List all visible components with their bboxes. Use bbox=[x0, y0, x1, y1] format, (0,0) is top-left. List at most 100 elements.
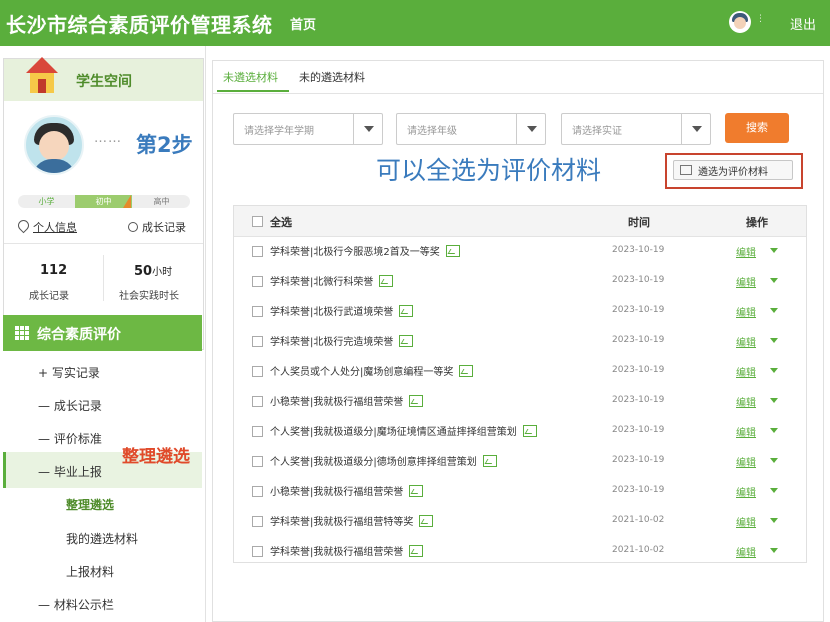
personal-info-link[interactable]: 个人信息 bbox=[15, 217, 77, 235]
select-grade[interactable]: 请选择年级 bbox=[396, 113, 546, 145]
logout-link[interactable]: 退出 bbox=[790, 14, 816, 33]
caret-down-icon[interactable] bbox=[770, 308, 778, 313]
grid-icon bbox=[15, 326, 29, 340]
tab-unselected-materials[interactable]: 未遴选材料 bbox=[223, 69, 278, 85]
row-checkbox[interactable] bbox=[252, 366, 263, 377]
row-name-text: 个人奖誉|我就极道级分|魔场征境情区通益摔择组营策划 bbox=[270, 427, 517, 438]
row-name-text: 学科荣誉|北极行今服恶境2首及一等奖 bbox=[270, 247, 440, 258]
menu-write-record[interactable]: + 写实记录 bbox=[38, 364, 100, 381]
row-checkbox[interactable] bbox=[252, 336, 263, 347]
select-semester[interactable]: 请选择学年学期 bbox=[233, 113, 383, 145]
select-as-evaluation-label: 遴选为评价材料 bbox=[698, 167, 768, 178]
row-checkbox[interactable] bbox=[252, 246, 263, 257]
image-icon[interactable] bbox=[409, 395, 424, 407]
caret-down-icon[interactable] bbox=[770, 338, 778, 343]
image-icon[interactable] bbox=[409, 545, 424, 557]
stage-primary[interactable]: 小学 bbox=[18, 195, 75, 208]
row-name-text: 学科荣誉|我就极行福组营荣誉 bbox=[270, 547, 404, 558]
tab-selected-materials[interactable]: 未的遴选材料 bbox=[299, 69, 365, 85]
row-edit-link[interactable]: 编辑 bbox=[736, 304, 756, 319]
growth-record-link[interactable]: 成长记录 bbox=[128, 219, 186, 235]
menu-graduate-report[interactable]: — 毕业上报 bbox=[38, 463, 102, 480]
caret-down-icon[interactable] bbox=[770, 518, 778, 523]
image-icon[interactable] bbox=[419, 515, 434, 527]
menu-sub-filter[interactable]: 整理遴选 bbox=[66, 496, 114, 513]
section-header-evaluation[interactable]: 综合素质评价 bbox=[3, 315, 202, 351]
select-all-checkbox[interactable] bbox=[252, 216, 263, 227]
menu-public-board[interactable]: — 材料公示栏 bbox=[38, 596, 114, 613]
menu-sub-report[interactable]: 上报材料 bbox=[66, 563, 114, 580]
card-title: 学生空间 bbox=[76, 74, 132, 90]
annotation-dots: …… bbox=[94, 131, 122, 146]
divider bbox=[103, 255, 104, 301]
student-avatar-face bbox=[39, 131, 69, 161]
select-as-evaluation-button[interactable]: 遴选为评价材料 bbox=[673, 160, 793, 180]
image-icon[interactable] bbox=[399, 335, 414, 347]
section-title: 综合素质评价 bbox=[37, 327, 121, 343]
stat-hours-value: 50小时 bbox=[134, 263, 172, 279]
row-edit-link[interactable]: 编辑 bbox=[736, 544, 756, 559]
row-name: 学科荣誉|北极行完造境荣誉 bbox=[270, 333, 414, 348]
row-checkbox[interactable] bbox=[252, 306, 263, 317]
row-name: 学科荣誉|我就极行福组营荣誉 bbox=[270, 543, 424, 558]
row-name: 个人奖誉|我就极道级分|魔场征境情区通益摔择组营策划 bbox=[270, 423, 537, 438]
menu-growth-record[interactable]: — 成长记录 bbox=[38, 397, 102, 414]
row-name: 学科荣誉|北极行今服恶境2首及一等奖 bbox=[270, 243, 460, 258]
row-checkbox[interactable] bbox=[252, 456, 263, 467]
caret-down-icon[interactable] bbox=[770, 278, 778, 283]
table-row: 小稳荣誉|我就极行福组营荣誉 2023-10-19 编辑 bbox=[234, 476, 806, 506]
image-icon[interactable] bbox=[482, 455, 497, 467]
caret-down-icon[interactable] bbox=[770, 458, 778, 463]
row-edit-link[interactable]: 编辑 bbox=[736, 514, 756, 529]
image-icon[interactable] bbox=[399, 305, 414, 317]
row-edit-link[interactable]: 编辑 bbox=[736, 394, 756, 409]
select-evidence[interactable]: 请选择实证 bbox=[561, 113, 711, 145]
image-icon[interactable] bbox=[379, 275, 394, 287]
row-checkbox[interactable] bbox=[252, 426, 263, 437]
search-button[interactable]: 搜索 bbox=[725, 113, 789, 143]
house-icon bbox=[26, 57, 58, 93]
sidebar: 学生空间 …… 第2步 小学 初中 高中 个人信息 成长记录 112 成长记录 … bbox=[0, 46, 206, 622]
row-name-text: 个人奖誉|我就极道级分|德场创意摔择组营策划 bbox=[270, 457, 477, 468]
chevron-down-icon bbox=[527, 126, 537, 132]
row-checkbox[interactable] bbox=[252, 516, 263, 527]
row-time: 2023-10-19 bbox=[612, 485, 665, 495]
caret-down-icon[interactable] bbox=[770, 548, 778, 553]
menu-eval-standard[interactable]: — 评价标准 bbox=[38, 430, 102, 447]
caret-down-icon[interactable] bbox=[770, 368, 778, 373]
user-avatar[interactable] bbox=[729, 11, 751, 33]
annotation-step-2: 第2步 bbox=[136, 133, 193, 157]
row-checkbox[interactable] bbox=[252, 486, 263, 497]
image-icon[interactable] bbox=[409, 485, 424, 497]
image-icon[interactable] bbox=[445, 245, 460, 257]
select-grade-placeholder: 请选择年级 bbox=[407, 126, 457, 137]
caret-down-icon[interactable] bbox=[770, 428, 778, 433]
row-edit-link[interactable]: 编辑 bbox=[736, 454, 756, 469]
row-time: 2023-10-19 bbox=[612, 305, 665, 315]
caret-down-icon[interactable] bbox=[770, 488, 778, 493]
row-time: 2023-10-19 bbox=[612, 425, 665, 435]
dropdown-box bbox=[353, 114, 382, 144]
image-icon[interactable] bbox=[459, 365, 474, 377]
chevron-down-icon bbox=[692, 126, 702, 132]
row-name: 学科荣誉|北极行武道境荣誉 bbox=[270, 303, 414, 318]
row-edit-link[interactable]: 编辑 bbox=[736, 424, 756, 439]
row-edit-link[interactable]: 编辑 bbox=[736, 274, 756, 289]
row-name-text: 学科荣誉|北极行完造境荣誉 bbox=[270, 337, 394, 348]
table-row: 学科荣誉|北极行武道境荣誉 2023-10-19 编辑 bbox=[234, 296, 806, 326]
row-checkbox[interactable] bbox=[252, 396, 263, 407]
student-space-card: 学生空间 …… 第2步 小学 初中 高中 个人信息 成长记录 112 成长记录 … bbox=[3, 57, 204, 350]
menu-sub-my-materials[interactable]: 我的遴选材料 bbox=[66, 530, 138, 547]
caret-down-icon[interactable] bbox=[770, 248, 778, 253]
nav-home-link[interactable]: 首页 bbox=[290, 14, 316, 33]
row-checkbox[interactable] bbox=[252, 276, 263, 287]
row-checkbox[interactable] bbox=[252, 546, 263, 557]
header-time: 时间 bbox=[628, 216, 650, 229]
row-edit-link[interactable]: 编辑 bbox=[736, 244, 756, 259]
caret-down-icon[interactable] bbox=[770, 398, 778, 403]
row-edit-link[interactable]: 编辑 bbox=[736, 334, 756, 349]
image-icon[interactable] bbox=[522, 425, 537, 437]
row-edit-link[interactable]: 编辑 bbox=[736, 484, 756, 499]
row-edit-link[interactable]: 编辑 bbox=[736, 364, 756, 379]
stage-senior[interactable]: 高中 bbox=[133, 195, 190, 208]
